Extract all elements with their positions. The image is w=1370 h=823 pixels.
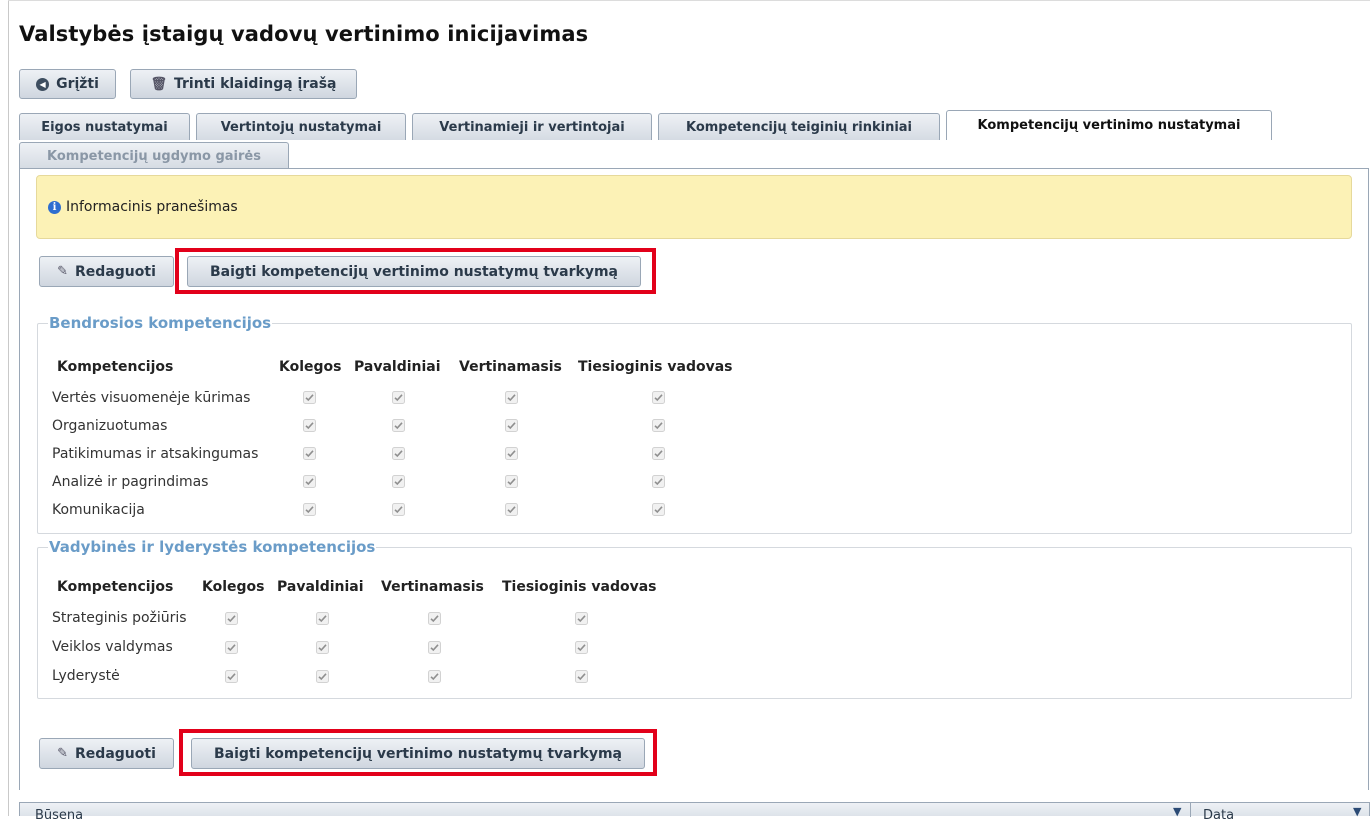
tab-kompetenciju-ugdymo-gaires[interactable]: Kompetencijų ugdymo gairės [19, 142, 289, 169]
competency-checkbox [505, 391, 518, 404]
competency-checkbox [303, 475, 316, 488]
edit-button-top[interactable]: ✎ Redaguoti [39, 256, 174, 287]
competency-checkbox [505, 475, 518, 488]
competency-checkbox [303, 503, 316, 516]
competency-checkbox [652, 447, 665, 460]
back-button[interactable]: ◀ Grįžti [19, 69, 116, 99]
competency-checkbox [575, 641, 588, 654]
competency-checkbox [225, 612, 238, 625]
sort-down-icon[interactable]: ▼ [1353, 805, 1361, 818]
column-separator [1190, 803, 1191, 817]
competency-row-label: Komunikacija [52, 502, 145, 518]
edit-button-bottom[interactable]: ✎ Redaguoti [39, 738, 174, 769]
col-header-kolegos: Kolegos [202, 579, 265, 595]
col-header-tiesioginis-vadovas: Tiesioginis vadovas [502, 579, 657, 595]
tab-label: Vertinamieji ir vertintojai [439, 119, 625, 135]
competency-checkbox [392, 475, 405, 488]
competency-checkbox [575, 612, 588, 625]
competency-checkbox [652, 419, 665, 432]
competency-row-label: Strateginis požiūris [52, 610, 187, 626]
competency-checkbox [392, 391, 405, 404]
pencil-icon: ✎ [57, 264, 69, 279]
highlight-box-bottom [179, 729, 657, 776]
competency-checkbox [225, 670, 238, 683]
competency-checkbox [392, 419, 405, 432]
tab-eigos-nustatymai[interactable]: Eigos nustatymai [19, 113, 190, 140]
info-icon: i [48, 200, 61, 214]
status-table-header: Būsena ▼ Data ▼ [19, 802, 1370, 823]
pencil-icon: ✎ [57, 746, 69, 761]
tab-label: Kompetencijų vertinimo nustatymai [977, 118, 1241, 133]
window-left-border [8, 0, 9, 816]
competency-checkbox [392, 503, 405, 516]
edit-button-label: Redaguoti [75, 263, 156, 280]
delete-record-label: Trinti klaidingą įrašą [174, 76, 337, 92]
window-top-border [8, 0, 1370, 1]
tab-label: Vertintojų nustatymai [220, 119, 382, 135]
competency-checkbox [428, 612, 441, 625]
tab-vertintoju-nustatymai[interactable]: Vertintojų nustatymai [196, 113, 406, 140]
competency-checkbox [316, 641, 329, 654]
tab-vertinamieji-ir-vertintojai[interactable]: Vertinamieji ir vertintojai [412, 113, 652, 140]
competency-row-label: Organizuotumas [52, 418, 168, 434]
col-header-kolegos: Kolegos [279, 359, 342, 375]
info-message-text: Informacinis pranešimas [66, 199, 238, 215]
competency-checkbox [428, 670, 441, 683]
page-title: Valstybės įstaigų vadovų vertinimo inici… [19, 22, 589, 46]
back-arrow-icon: ◀ [36, 77, 50, 91]
competency-checkbox [392, 447, 405, 460]
highlight-box-top [175, 248, 656, 294]
col-header-kompetencijos: Kompetencijos [57, 359, 174, 375]
competency-checkbox [505, 419, 518, 432]
competency-checkbox [652, 503, 665, 516]
competency-row-label: Veiklos valdymas [52, 639, 173, 655]
tab-label: Kompetencijų ugdymo gairės [47, 148, 261, 164]
tab-kompetenciju-teiginiu-rinkiniai[interactable]: Kompetencijų teiginių rinkiniai [658, 113, 940, 140]
competency-row-label: Vertės visuomenėje kūrimas [52, 390, 251, 406]
competency-checkbox [505, 447, 518, 460]
trash-icon: 🗑 [150, 76, 168, 92]
competency-row-label: Analizė ir pagrindimas [52, 474, 209, 490]
competency-checkbox [316, 670, 329, 683]
general-competencies-title: Bendrosios kompetencijos [49, 314, 272, 332]
delete-record-button[interactable]: 🗑 Trinti klaidingą įrašą [130, 69, 357, 99]
competency-checkbox [428, 641, 441, 654]
management-leadership-title: Vadybinės ir lyderystės kompetencijos [49, 538, 376, 556]
competency-checkbox [303, 391, 316, 404]
col-header-pavaldiniai: Pavaldiniai [354, 359, 441, 375]
competency-row-label: Patikimumas ir atsakingumas [52, 446, 259, 462]
competency-checkbox [225, 641, 238, 654]
back-button-label: Grįžti [56, 76, 99, 92]
competency-checkbox [505, 503, 518, 516]
tab-kompetenciju-vertinimo-nustatymai[interactable]: Kompetencijų vertinimo nustatymai [946, 110, 1272, 140]
competency-row-label: Lyderystė [52, 668, 120, 684]
col-header-vertinamasis: Vertinamasis [381, 579, 484, 595]
col-header-vertinamasis: Vertinamasis [459, 359, 562, 375]
competency-checkbox [303, 419, 316, 432]
competency-checkbox [303, 447, 316, 460]
competency-checkbox [652, 391, 665, 404]
col-header-pavaldiniai: Pavaldiniai [277, 579, 364, 595]
competency-checkbox [652, 475, 665, 488]
edit-button-label: Redaguoti [75, 745, 156, 762]
tab-label: Kompetencijų teiginių rinkiniai [685, 119, 913, 135]
col-header-kompetencijos: Kompetencijos [57, 579, 174, 595]
col-header-tiesioginis-vadovas: Tiesioginis vadovas [578, 359, 733, 375]
info-message: i Informacinis pranešimas [36, 175, 1352, 239]
competency-checkbox [575, 670, 588, 683]
tab-label: Eigos nustatymai [41, 119, 168, 135]
general-competencies-group: Bendrosios kompetencijos [37, 314, 1352, 534]
competency-checkbox [316, 612, 329, 625]
sort-down-icon[interactable]: ▼ [1173, 805, 1181, 818]
